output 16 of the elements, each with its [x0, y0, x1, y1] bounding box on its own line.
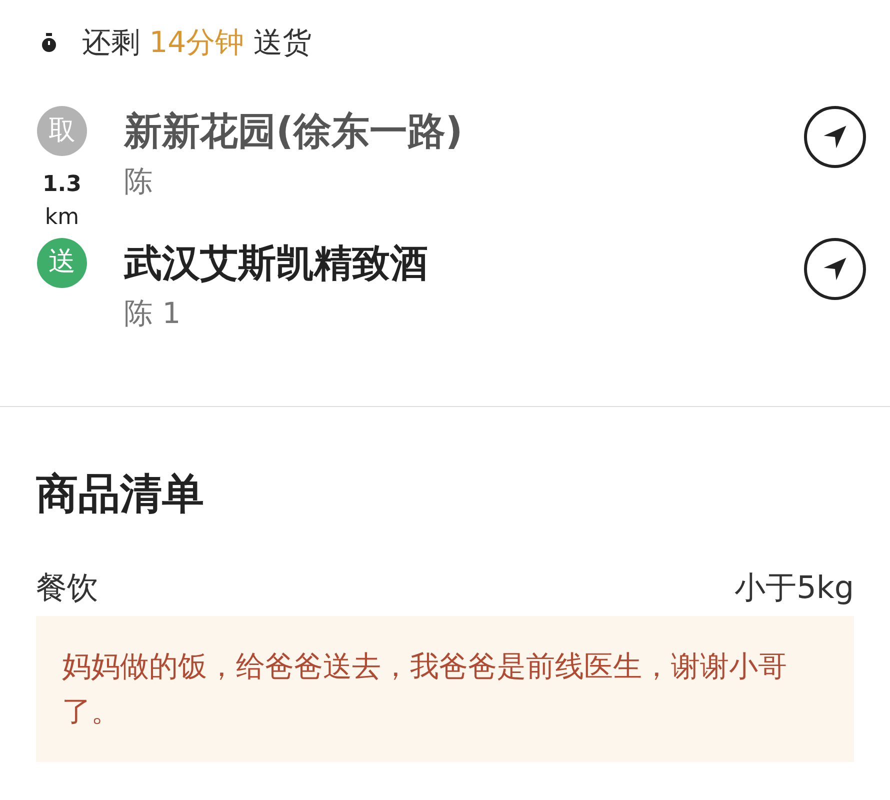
section-title: 商品清单 — [36, 468, 205, 520]
contact-name: 陈 1 — [124, 294, 182, 332]
navigate-button[interactable] — [804, 238, 866, 300]
distance-unit: km — [44, 204, 80, 232]
address-name: 新新花园(徐东一路) — [124, 108, 464, 155]
address-name: 武汉艾斯凯精致酒 — [124, 240, 429, 286]
customer-note: 妈妈做的饭，给爸爸送去，我爸爸是前线医生，谢谢小哥了。 — [36, 616, 854, 762]
goods-weight: 小于5kg — [734, 569, 854, 608]
distance-value: 1.3 — [42, 170, 82, 198]
contact-name: 陈 — [124, 163, 154, 200]
goods-category: 餐饮 — [36, 569, 98, 608]
navigate-button[interactable] — [804, 106, 866, 168]
stopwatch-icon — [40, 33, 58, 53]
countdown-text: 还剩 14分钟 送货 — [82, 24, 312, 62]
delivery-badge: 送 — [37, 238, 87, 288]
pickup-badge: 取 — [37, 106, 87, 156]
